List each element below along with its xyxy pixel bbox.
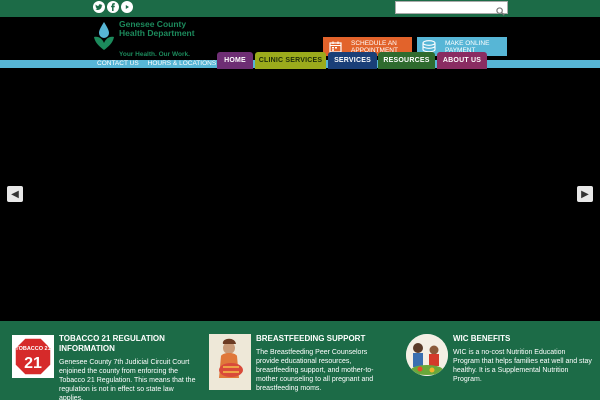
breastfeeding-image[interactable] bbox=[209, 334, 251, 390]
chevron-right-icon: ▶ bbox=[581, 188, 589, 200]
hero-slider: ◀ ▶ bbox=[0, 69, 600, 321]
org-name: Genesee County Health Department bbox=[119, 20, 195, 38]
nav-home[interactable]: HOME bbox=[217, 52, 253, 69]
slider-next-button[interactable]: ▶ bbox=[577, 186, 593, 202]
org-name-line2: Health Department bbox=[119, 28, 195, 38]
wic-family-image[interactable] bbox=[406, 334, 448, 376]
hours-locations-link[interactable]: HOURS & LOCATIONS bbox=[148, 60, 217, 68]
card-body: The Breastfeeding Peer Counselors provid… bbox=[256, 349, 374, 392]
utility-links: CONTACT US HOURS & LOCATIONS bbox=[97, 60, 216, 68]
tagline: Your Health. Our Work. bbox=[119, 51, 190, 58]
card-title[interactable]: WIC BENEFITS bbox=[453, 334, 593, 344]
logo[interactable]: Genesee County Health Department Your He… bbox=[92, 20, 202, 60]
tobacco21-image[interactable]: TOBACCO 21 21 bbox=[12, 335, 54, 378]
twitter-icon[interactable] bbox=[93, 1, 105, 13]
schedule-line1: SCHEDULE AN bbox=[351, 39, 397, 47]
contact-us-link[interactable]: CONTACT US bbox=[97, 60, 139, 68]
nav-services[interactable]: SERVICES bbox=[328, 52, 377, 69]
card-text: TOBACCO 21 REGULATION INFORMATION Genese… bbox=[59, 334, 199, 400]
drop-leaf-icon bbox=[94, 22, 114, 50]
slider-prev-button[interactable]: ◀ bbox=[7, 186, 23, 202]
card-title[interactable]: TOBACCO 21 REGULATION INFORMATION bbox=[59, 334, 199, 354]
tobacco21-image-text: TOBACCO 21 bbox=[15, 346, 50, 352]
card-text: WIC BENEFITS WIC is a no-cost Nutrition … bbox=[453, 334, 593, 384]
youtube-icon[interactable] bbox=[121, 1, 133, 13]
nav-about-us[interactable]: ABOUT US bbox=[437, 52, 487, 69]
nav-clinic-services[interactable]: CLINIC SERVICES bbox=[255, 52, 326, 69]
search-input[interactable] bbox=[395, 1, 508, 16]
number-21-glyph: 21 bbox=[24, 355, 42, 372]
pay-line1: MAKE ONLINE bbox=[445, 39, 490, 47]
chevron-left-icon: ◀ bbox=[11, 188, 19, 200]
top-bar bbox=[0, 0, 600, 17]
nav-resources[interactable]: RESOURCES bbox=[378, 52, 435, 69]
card-text: BREASTFEEDING SUPPORT The Breastfeeding … bbox=[256, 334, 386, 393]
card-body: Genesee County 7th Judicial Circuit Cour… bbox=[59, 359, 196, 400]
card-title[interactable]: BREASTFEEDING SUPPORT bbox=[256, 334, 386, 344]
feature-cards: TOBACCO 21 21 TOBACCO 21 REGULATION INFO… bbox=[0, 321, 600, 400]
social-links bbox=[93, 1, 133, 13]
card-body: WIC is a no-cost Nutrition Education Pro… bbox=[453, 349, 592, 383]
facebook-icon[interactable] bbox=[107, 1, 119, 13]
